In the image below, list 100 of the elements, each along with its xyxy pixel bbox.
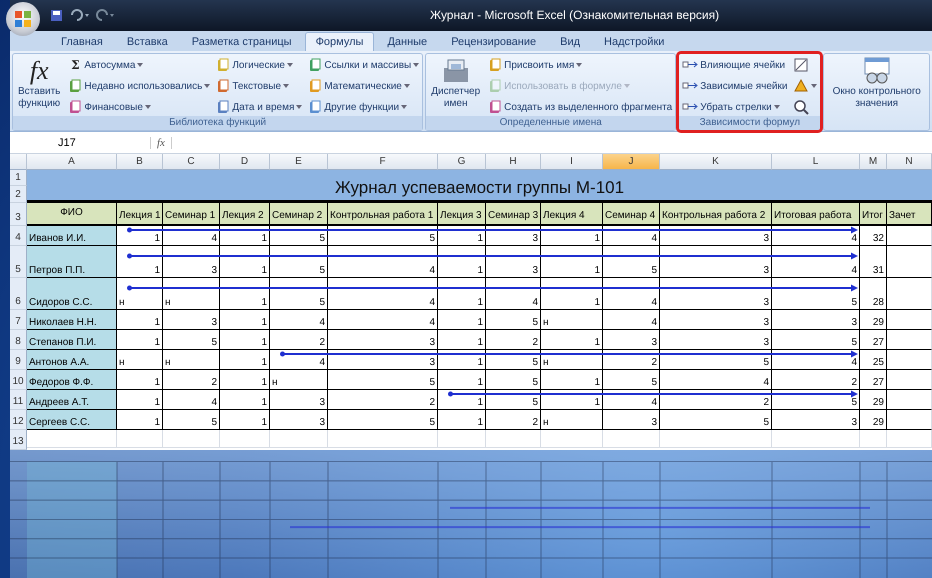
row-header[interactable]: 4 (10, 226, 27, 246)
table-cell: н (163, 278, 220, 310)
book-icon (68, 100, 82, 114)
redo-icon[interactable] (95, 9, 115, 22)
ribbon-tab[interactable]: Разметка страницы (180, 32, 303, 51)
table-cell: 1 (117, 330, 163, 350)
row-header[interactable]: 7 (10, 310, 27, 330)
table-cell: 27 (860, 330, 887, 350)
table-cell: 3 (603, 410, 660, 430)
ribbon-tab[interactable]: Главная (50, 32, 114, 51)
ribbon-button[interactable]: fx Вставить функцию (16, 56, 62, 116)
ribbon-item[interactable]: Зависимые ячейки (682, 77, 788, 95)
table-cell: Сидоров С.С. (27, 278, 117, 310)
row-header[interactable]: 11 (10, 390, 27, 410)
table-cell: 3 (486, 246, 541, 278)
column-heading: Лекция 3 (438, 203, 486, 226)
column-header[interactable]: H (486, 154, 541, 170)
row-header[interactable]: 2 (10, 186, 27, 203)
column-header[interactable]: G (438, 154, 486, 170)
table-cell: 1 (220, 226, 270, 246)
table-cell: 4 (660, 370, 772, 390)
table-cell: 1 (438, 278, 486, 310)
table-cell: 1 (438, 226, 486, 246)
ribbon-tab[interactable]: Вставка (116, 32, 179, 51)
table-cell: 4 (328, 278, 438, 310)
column-header[interactable]: F (328, 154, 438, 170)
column-header[interactable]: N (887, 154, 932, 170)
ribbon-tab[interactable]: Рецензирование (440, 32, 548, 51)
table-cell (887, 330, 932, 350)
table-cell: н (163, 350, 220, 370)
row-header[interactable]: 9 (10, 350, 27, 370)
book-icon (308, 79, 322, 93)
column-header[interactable]: I (541, 154, 603, 170)
column-header[interactable]: D (220, 154, 270, 170)
table-cell (887, 350, 932, 370)
column-header[interactable]: B (117, 154, 163, 170)
caret-icon (204, 84, 210, 88)
ribbon-item[interactable]: Создать из выделенного фрагмента (488, 98, 672, 116)
sheet-title: Журнал успеваемости группы М-101 (334, 178, 624, 199)
column-heading: Семинар 2 (270, 203, 328, 226)
ribbon-button[interactable]: Диспетчер имен (429, 56, 482, 116)
ribbon-item[interactable]: Влияющие ячейки (682, 56, 788, 74)
row-header[interactable]: 6 (10, 278, 27, 310)
row-header[interactable]: 5 (10, 246, 27, 278)
table-cell: 1 (541, 246, 603, 278)
office-button[interactable] (6, 2, 40, 36)
ribbon-tab[interactable]: Надстройки (593, 32, 676, 51)
ribbon-tab[interactable]: Данные (376, 32, 438, 51)
ribbon-item[interactable]: Присвоить имя (488, 56, 672, 74)
row-header[interactable]: 10 (10, 370, 27, 390)
row-header[interactable]: 8 (10, 330, 27, 350)
column-header[interactable]: A (27, 154, 117, 170)
column-header[interactable]: L (772, 154, 860, 170)
book-icon (216, 58, 230, 72)
ribbon-item[interactable]: Ссылки и массивы (308, 56, 420, 74)
name-box[interactable]: J17 (10, 136, 120, 148)
table-cell: 1 (220, 410, 270, 430)
caret-icon (811, 84, 818, 88)
ribbon-item[interactable]: Текстовые (216, 77, 302, 95)
table-cell: 4 (486, 278, 541, 310)
ribbon-item[interactable]: Σ Автосумма (68, 56, 210, 74)
row-header[interactable]: 13 (10, 430, 27, 450)
row-header[interactable]: 3 (10, 203, 27, 226)
table-cell: 3 (328, 350, 438, 370)
row-header[interactable]: 1 (10, 170, 27, 186)
ribbon-item[interactable]: Дата и время (216, 98, 302, 116)
save-icon[interactable] (50, 9, 63, 22)
table-cell (220, 430, 270, 448)
ribbon-item[interactable]: Убрать стрелки (682, 98, 788, 116)
table-cell: 4 (603, 390, 660, 410)
table-cell: 2 (328, 390, 438, 410)
caret-icon (287, 63, 293, 67)
table-cell: 1 (117, 390, 163, 410)
insert-function-button[interactable]: fx (150, 136, 172, 148)
book-icon (216, 100, 230, 114)
ribbon-item[interactable]: Математические (308, 77, 420, 95)
ribbon-item[interactable]: Логические (216, 56, 302, 74)
table-cell: н (541, 350, 603, 370)
column-header[interactable]: K (660, 154, 772, 170)
table-cell: 3 (270, 390, 328, 410)
ribbon-button[interactable]: Окно контрольного значения (827, 56, 926, 130)
table-cell: 4 (603, 278, 660, 310)
ribbon-item[interactable]: Другие функции (308, 98, 420, 116)
ribbon-item[interactable]: Финансовые (68, 98, 210, 116)
table-cell: 4 (328, 246, 438, 278)
undo-icon[interactable] (69, 9, 89, 22)
column-header[interactable]: C (163, 154, 220, 170)
table-cell: 28 (860, 278, 887, 310)
table-cell: 1 (220, 390, 270, 410)
ribbon-tab[interactable]: Формулы (304, 32, 374, 51)
ribbon-tab[interactable]: Вид (549, 32, 592, 51)
column-header[interactable]: J (603, 154, 660, 170)
window-title: Журнал - Microsoft Excel (Ознакомительная версия) (430, 8, 720, 22)
table-cell: 1 (220, 246, 270, 278)
ribbon-item[interactable]: Недавно использовались (68, 77, 210, 95)
table-cell: 5 (603, 370, 660, 390)
column-header[interactable]: E (270, 154, 328, 170)
row-header[interactable]: 12 (10, 410, 27, 430)
table-cell: 3 (772, 310, 860, 330)
column-header[interactable]: M (860, 154, 887, 170)
